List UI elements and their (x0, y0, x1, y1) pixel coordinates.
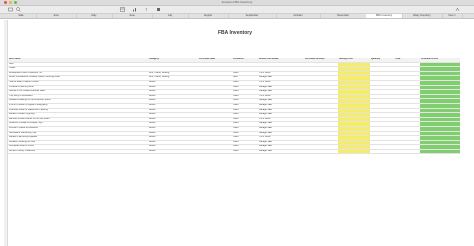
tab-june-2[interactable]: June (112, 14, 153, 18)
table-cell[interactable] (338, 149, 370, 155)
window-title: Amazon FBA Inventory (221, 0, 253, 4)
tab-november[interactable]: November (320, 14, 367, 18)
sheet-canvas: FBA Inventory Item name Category Purchas… (4, 20, 466, 246)
tab-october[interactable]: October (276, 14, 321, 18)
tab-july[interactable]: July (152, 14, 189, 18)
shape-icon[interactable] (156, 7, 161, 12)
format-icon[interactable] (455, 7, 460, 12)
table-cell[interactable] (420, 149, 460, 155)
tab-ebay-inventory[interactable]: Ebay Inventory (402, 14, 443, 18)
inventory-table: Item name Category Purchase Date Conditi… (8, 58, 460, 155)
app-window: Amazon FBA Inventory T Sale June May Jun… (0, 0, 474, 246)
toolbar: T (0, 6, 474, 14)
tab-may[interactable]: May (76, 14, 113, 18)
tab-august[interactable]: August (188, 14, 229, 18)
view-icon[interactable] (8, 7, 13, 12)
svg-text:T: T (145, 7, 148, 12)
table-cell[interactable]: Ancient History Collection (8, 149, 148, 155)
tab-fee-c[interactable]: Fee C (442, 14, 463, 18)
tab-september[interactable]: September (228, 14, 277, 18)
table-row[interactable]: Ancient History Collection Books Used Garag… (8, 149, 460, 155)
table-cell[interactable] (304, 149, 338, 155)
zoom-icon[interactable] (16, 7, 21, 12)
tab-sale[interactable]: Sale (6, 14, 37, 18)
chart-icon[interactable] (132, 7, 137, 12)
table-cell[interactable]: Used (232, 149, 258, 155)
sheet-tabs: Sale June May June July August September… (0, 14, 474, 19)
tab-fba-inventory[interactable]: FBA Inventory (366, 14, 403, 18)
table-cell[interactable]: Garage Sale (258, 149, 304, 155)
table-cell[interactable]: Books (148, 149, 198, 155)
table-cell[interactable] (198, 149, 232, 155)
table-cell[interactable] (370, 149, 394, 155)
text-icon[interactable]: T (144, 7, 149, 12)
table-cell[interactable] (394, 149, 420, 155)
sheet-title: FBA Inventory (218, 30, 252, 36)
table-icon[interactable] (120, 7, 125, 12)
tab-june[interactable]: June (36, 14, 77, 18)
